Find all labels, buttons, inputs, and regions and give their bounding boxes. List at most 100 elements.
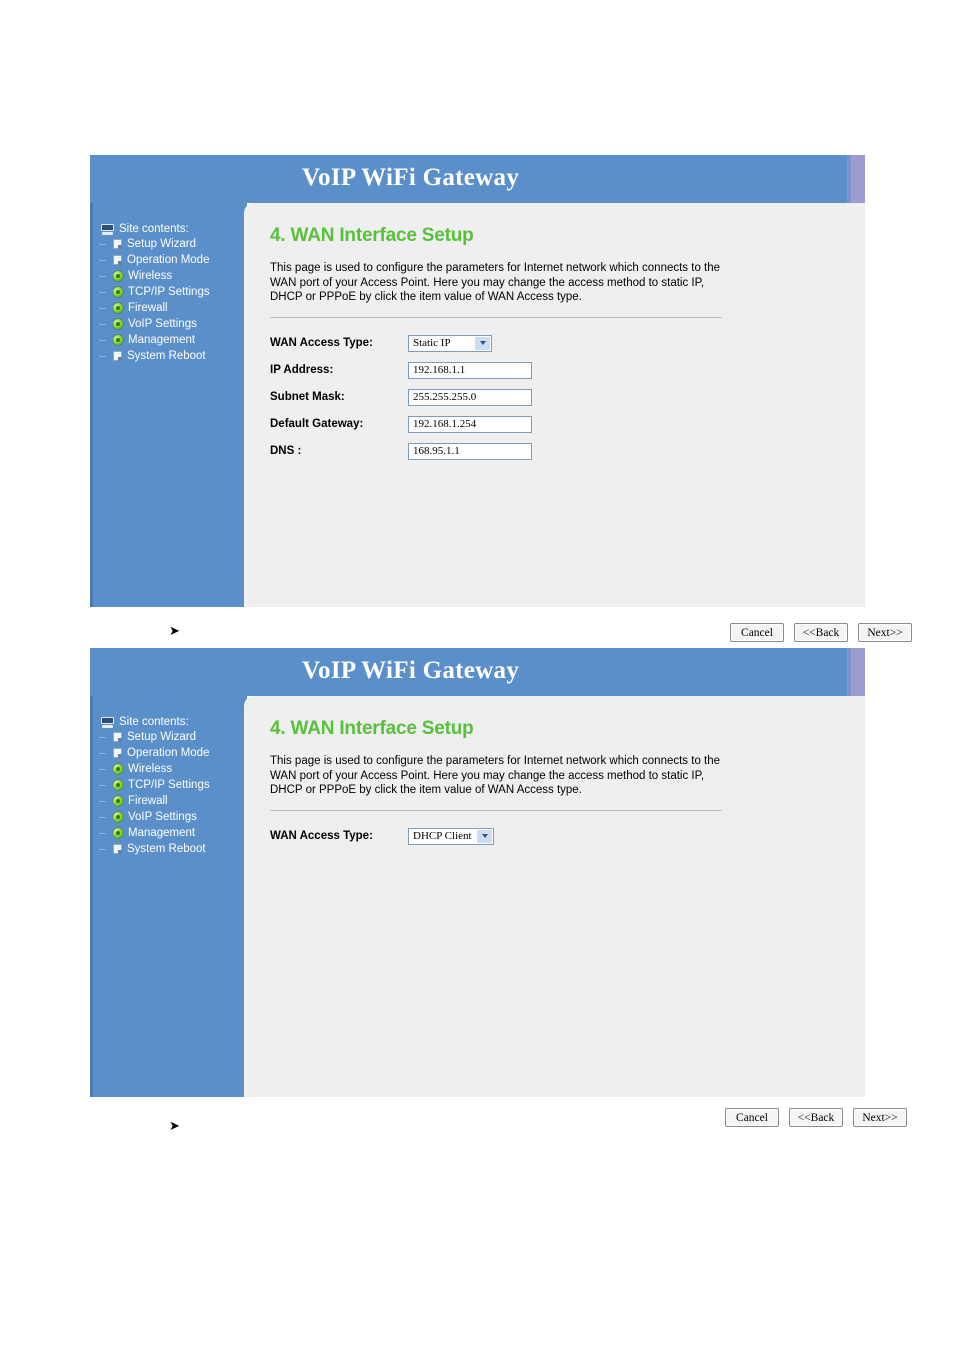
green-bullet-icon bbox=[113, 319, 123, 329]
sidebar-item-tcpip-settings[interactable]: TCP/IP Settings bbox=[93, 777, 247, 793]
wan-setup-form: WAN Access Type: DHCP Client bbox=[270, 823, 839, 850]
sidebar-heading-label: Site contents: bbox=[119, 223, 189, 235]
sidebar-item-operation-mode[interactable]: Operation Mode bbox=[93, 252, 247, 268]
page-description: This page is used to configure the param… bbox=[270, 262, 721, 303]
sidebar-item-firewall[interactable]: Firewall bbox=[93, 793, 247, 809]
sidebar-item-operation-mode[interactable]: Operation Mode bbox=[93, 745, 247, 761]
brand-header-bar: VoIP WiFi Gateway bbox=[90, 155, 865, 203]
sidebar-item-management[interactable]: Management bbox=[93, 332, 247, 348]
sidebar-heading-label: Site contents: bbox=[119, 716, 189, 728]
sidebar-item-firewall[interactable]: Firewall bbox=[93, 300, 247, 316]
green-bullet-icon bbox=[113, 828, 123, 838]
sidebar-item-wireless[interactable]: Wireless bbox=[93, 268, 247, 284]
sidebar-item-label: Firewall bbox=[128, 302, 168, 314]
green-bullet-icon bbox=[113, 796, 123, 806]
monitor-icon bbox=[101, 223, 114, 235]
default-gateway-label: Default Gateway: bbox=[270, 418, 364, 430]
sidebar-nav-list: Setup Wizard Operation Mode Wireless TCP… bbox=[93, 729, 247, 857]
sidebar-item-system-reboot[interactable]: System Reboot bbox=[93, 348, 247, 364]
dns-input[interactable] bbox=[408, 442, 532, 460]
wan-access-type-select[interactable]: Static IP bbox=[408, 334, 492, 352]
sidebar-nav-list: Setup Wizard Operation Mode Wireless TCP… bbox=[93, 236, 247, 364]
page-icon bbox=[113, 732, 122, 742]
page-title-brand: VoIP WiFi Gateway bbox=[302, 657, 520, 684]
form-row-dns: DNS : bbox=[270, 438, 839, 465]
back-button[interactable]: <<Back bbox=[789, 1108, 843, 1127]
default-gateway-input[interactable] bbox=[408, 415, 532, 433]
sidebar-item-label: System Reboot bbox=[127, 843, 206, 855]
sidebar-item-setup-wizard[interactable]: Setup Wizard bbox=[93, 236, 247, 252]
subnet-mask-input[interactable] bbox=[408, 388, 532, 406]
sidebar-item-label: Operation Mode bbox=[127, 254, 210, 266]
sidebar-item-label: VoIP Settings bbox=[128, 811, 197, 823]
next-button[interactable]: Next>> bbox=[853, 1108, 907, 1127]
form-row-wan-access-type: WAN Access Type: DHCP Client bbox=[270, 823, 839, 850]
sidebar-item-label: Firewall bbox=[128, 795, 168, 807]
wan-access-type-value: DHCP Client bbox=[413, 829, 472, 842]
cancel-button[interactable]: Cancel bbox=[730, 623, 784, 642]
page-description: This page is used to configure the param… bbox=[270, 755, 721, 796]
sidebar-item-label: TCP/IP Settings bbox=[128, 286, 210, 298]
sidebar-item-label: Management bbox=[128, 334, 196, 346]
form-row-wan-access-type: WAN Access Type: Static IP bbox=[270, 330, 839, 357]
sidebar: Site contents: Setup Wizard Operation Mo… bbox=[90, 203, 247, 607]
router-screenshot-dhcp-client: VoIP WiFi Gateway Site contents: Setup W… bbox=[90, 648, 907, 1127]
page-icon bbox=[113, 844, 122, 854]
brand-header-bar: VoIP WiFi Gateway bbox=[90, 648, 865, 696]
page-title: 4. WAN Interface Setup bbox=[270, 225, 474, 246]
content-panel: 4. WAN Interface Setup This page is used… bbox=[244, 203, 912, 642]
sidebar-item-label: Wireless bbox=[128, 763, 173, 775]
sidebar-item-label: VoIP Settings bbox=[128, 318, 197, 330]
sidebar-item-voip-settings[interactable]: VoIP Settings bbox=[93, 809, 247, 825]
ip-address-label: IP Address: bbox=[270, 364, 334, 376]
chevron-down-icon[interactable] bbox=[476, 829, 492, 843]
header-accent-stripe bbox=[851, 648, 865, 696]
sidebar-item-label: System Reboot bbox=[127, 350, 206, 362]
sidebar-item-wireless[interactable]: Wireless bbox=[93, 761, 247, 777]
cancel-button[interactable]: Cancel bbox=[725, 1108, 779, 1127]
divider bbox=[270, 809, 722, 811]
page-icon bbox=[113, 255, 122, 265]
wan-access-type-label: WAN Access Type: bbox=[270, 830, 373, 842]
page-title-brand: VoIP WiFi Gateway bbox=[302, 164, 520, 191]
wan-setup-form: WAN Access Type: Static IP IP Address: S… bbox=[270, 330, 839, 465]
sidebar-item-management[interactable]: Management bbox=[93, 825, 247, 841]
wan-access-type-label: WAN Access Type: bbox=[270, 337, 373, 349]
page-icon bbox=[113, 239, 122, 249]
sidebar-item-label: Wireless bbox=[128, 270, 173, 282]
green-bullet-icon bbox=[113, 287, 123, 297]
header-accent-stripe bbox=[851, 155, 865, 203]
sidebar-item-tcpip-settings[interactable]: TCP/IP Settings bbox=[93, 284, 247, 300]
wan-access-type-select[interactable]: DHCP Client bbox=[408, 827, 494, 845]
wan-access-type-value: Static IP bbox=[413, 336, 451, 349]
next-button[interactable]: Next>> bbox=[858, 623, 912, 642]
divider bbox=[270, 316, 722, 318]
form-row-subnet-mask: Subnet Mask: bbox=[270, 384, 839, 411]
document-bullet-marker: ➤ bbox=[169, 1119, 180, 1134]
chevron-down-icon[interactable] bbox=[474, 336, 490, 350]
sidebar-heading: Site contents: bbox=[101, 223, 247, 235]
sidebar-item-label: Management bbox=[128, 827, 196, 839]
page-title: 4. WAN Interface Setup bbox=[270, 718, 474, 739]
page-icon bbox=[113, 748, 122, 758]
sidebar-item-voip-settings[interactable]: VoIP Settings bbox=[93, 316, 247, 332]
router-screenshot-static-ip: VoIP WiFi Gateway Site contents: Setup W… bbox=[90, 155, 912, 642]
ip-address-input[interactable] bbox=[408, 361, 532, 379]
sidebar-item-label: Setup Wizard bbox=[127, 731, 197, 743]
document-bullet-marker: ➤ bbox=[169, 624, 180, 639]
sidebar-item-label: TCP/IP Settings bbox=[128, 779, 210, 791]
sidebar-heading: Site contents: bbox=[101, 716, 247, 728]
content-panel: 4. WAN Interface Setup This page is used… bbox=[244, 696, 907, 1127]
monitor-icon bbox=[101, 716, 114, 728]
form-button-row: Cancel <<Back Next>> bbox=[725, 1108, 907, 1127]
back-button[interactable]: <<Back bbox=[794, 623, 848, 642]
sidebar-item-setup-wizard[interactable]: Setup Wizard bbox=[93, 729, 247, 745]
green-bullet-icon bbox=[113, 764, 123, 774]
subnet-mask-label: Subnet Mask: bbox=[270, 391, 345, 403]
green-bullet-icon bbox=[113, 303, 123, 313]
green-bullet-icon bbox=[113, 335, 123, 345]
green-bullet-icon bbox=[113, 780, 123, 790]
form-row-default-gateway: Default Gateway: bbox=[270, 411, 839, 438]
sidebar-item-system-reboot[interactable]: System Reboot bbox=[93, 841, 247, 857]
green-bullet-icon bbox=[113, 812, 123, 822]
